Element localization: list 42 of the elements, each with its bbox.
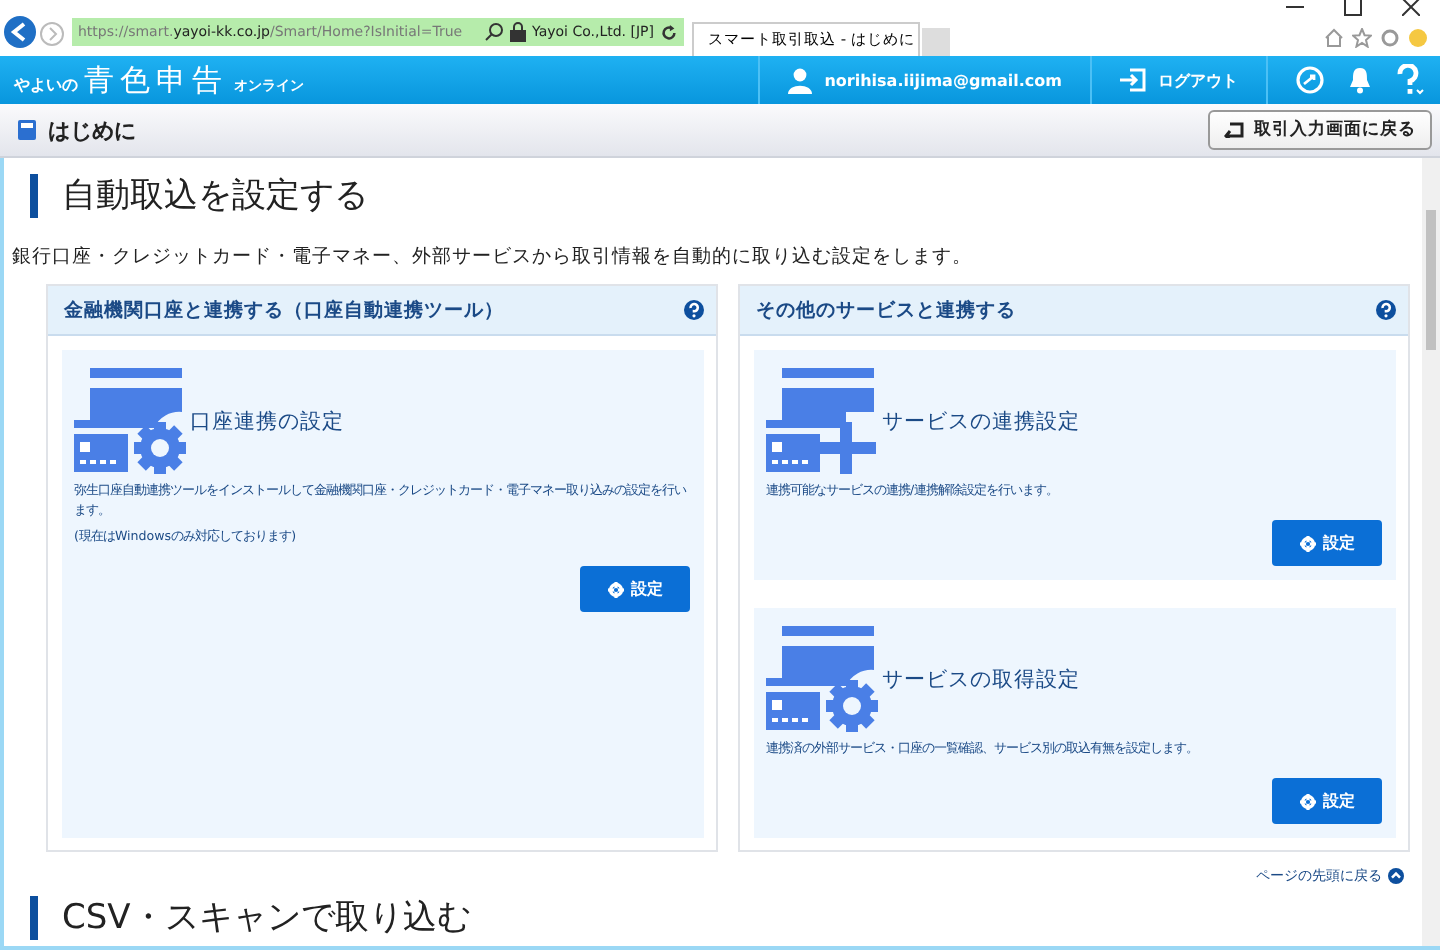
help-icon[interactable] (1376, 300, 1396, 320)
logo-title: 青色申告 (84, 61, 228, 99)
page-title: はじめに (48, 115, 136, 145)
section-intro: 銀行口座・クレジットカード・電子マネー、外部サービスから取引情報を自動的に取り込む設定をします。 (12, 244, 974, 270)
close-icon[interactable] (1402, 0, 1420, 16)
user-icon (788, 67, 813, 93)
panel-title: 金融機関口座と連携する（口座自動連携ツール） (64, 297, 504, 323)
card-gear-icon (74, 368, 186, 476)
refresh-icon[interactable] (660, 23, 678, 41)
search-icon[interactable] (484, 22, 505, 42)
forward-icon[interactable] (40, 22, 64, 46)
up-arrow-icon[interactable] (1388, 868, 1404, 884)
section-heading: CSV・スキャンで取り込む (30, 896, 1410, 940)
maximize-icon[interactable] (1344, 0, 1362, 16)
chat-icon[interactable] (1296, 66, 1324, 94)
scrollbar[interactable] (1422, 158, 1440, 946)
card-gear-icon (766, 626, 878, 734)
return-icon (1224, 122, 1244, 138)
help-icon[interactable] (684, 300, 704, 320)
return-button[interactable]: 取引入力画面に戻る (1208, 110, 1432, 150)
home-icon[interactable] (1324, 28, 1344, 48)
bell-icon[interactable] (1348, 66, 1372, 94)
settings-button[interactable]: 設定 (1272, 520, 1382, 566)
gear-icon (1299, 535, 1315, 551)
card-plus-icon (766, 368, 878, 476)
logo-prefix: やよいの (14, 73, 78, 95)
lock-icon (510, 22, 527, 42)
gear-icon (607, 581, 623, 597)
user-email: norihisa.iijima@gmail.com (824, 71, 1062, 89)
star-icon[interactable] (1352, 28, 1372, 48)
card-title: 口座連携の設定 (190, 408, 344, 436)
calculator-icon (18, 120, 36, 140)
section-heading: 自動取込を設定する (30, 174, 1410, 218)
gear-icon (1299, 793, 1315, 809)
settings-button[interactable]: 設定 (1272, 778, 1382, 824)
settings-button[interactable]: 設定 (580, 566, 690, 612)
panel-title: その他のサービスと連携する (756, 297, 1016, 323)
back-icon[interactable] (4, 16, 36, 48)
card-title: サービスの取得設定 (882, 666, 1080, 694)
card-title: サービスの連携設定 (882, 408, 1080, 436)
settings-icon[interactable] (1380, 28, 1400, 48)
logout-icon[interactable] (1120, 68, 1146, 92)
